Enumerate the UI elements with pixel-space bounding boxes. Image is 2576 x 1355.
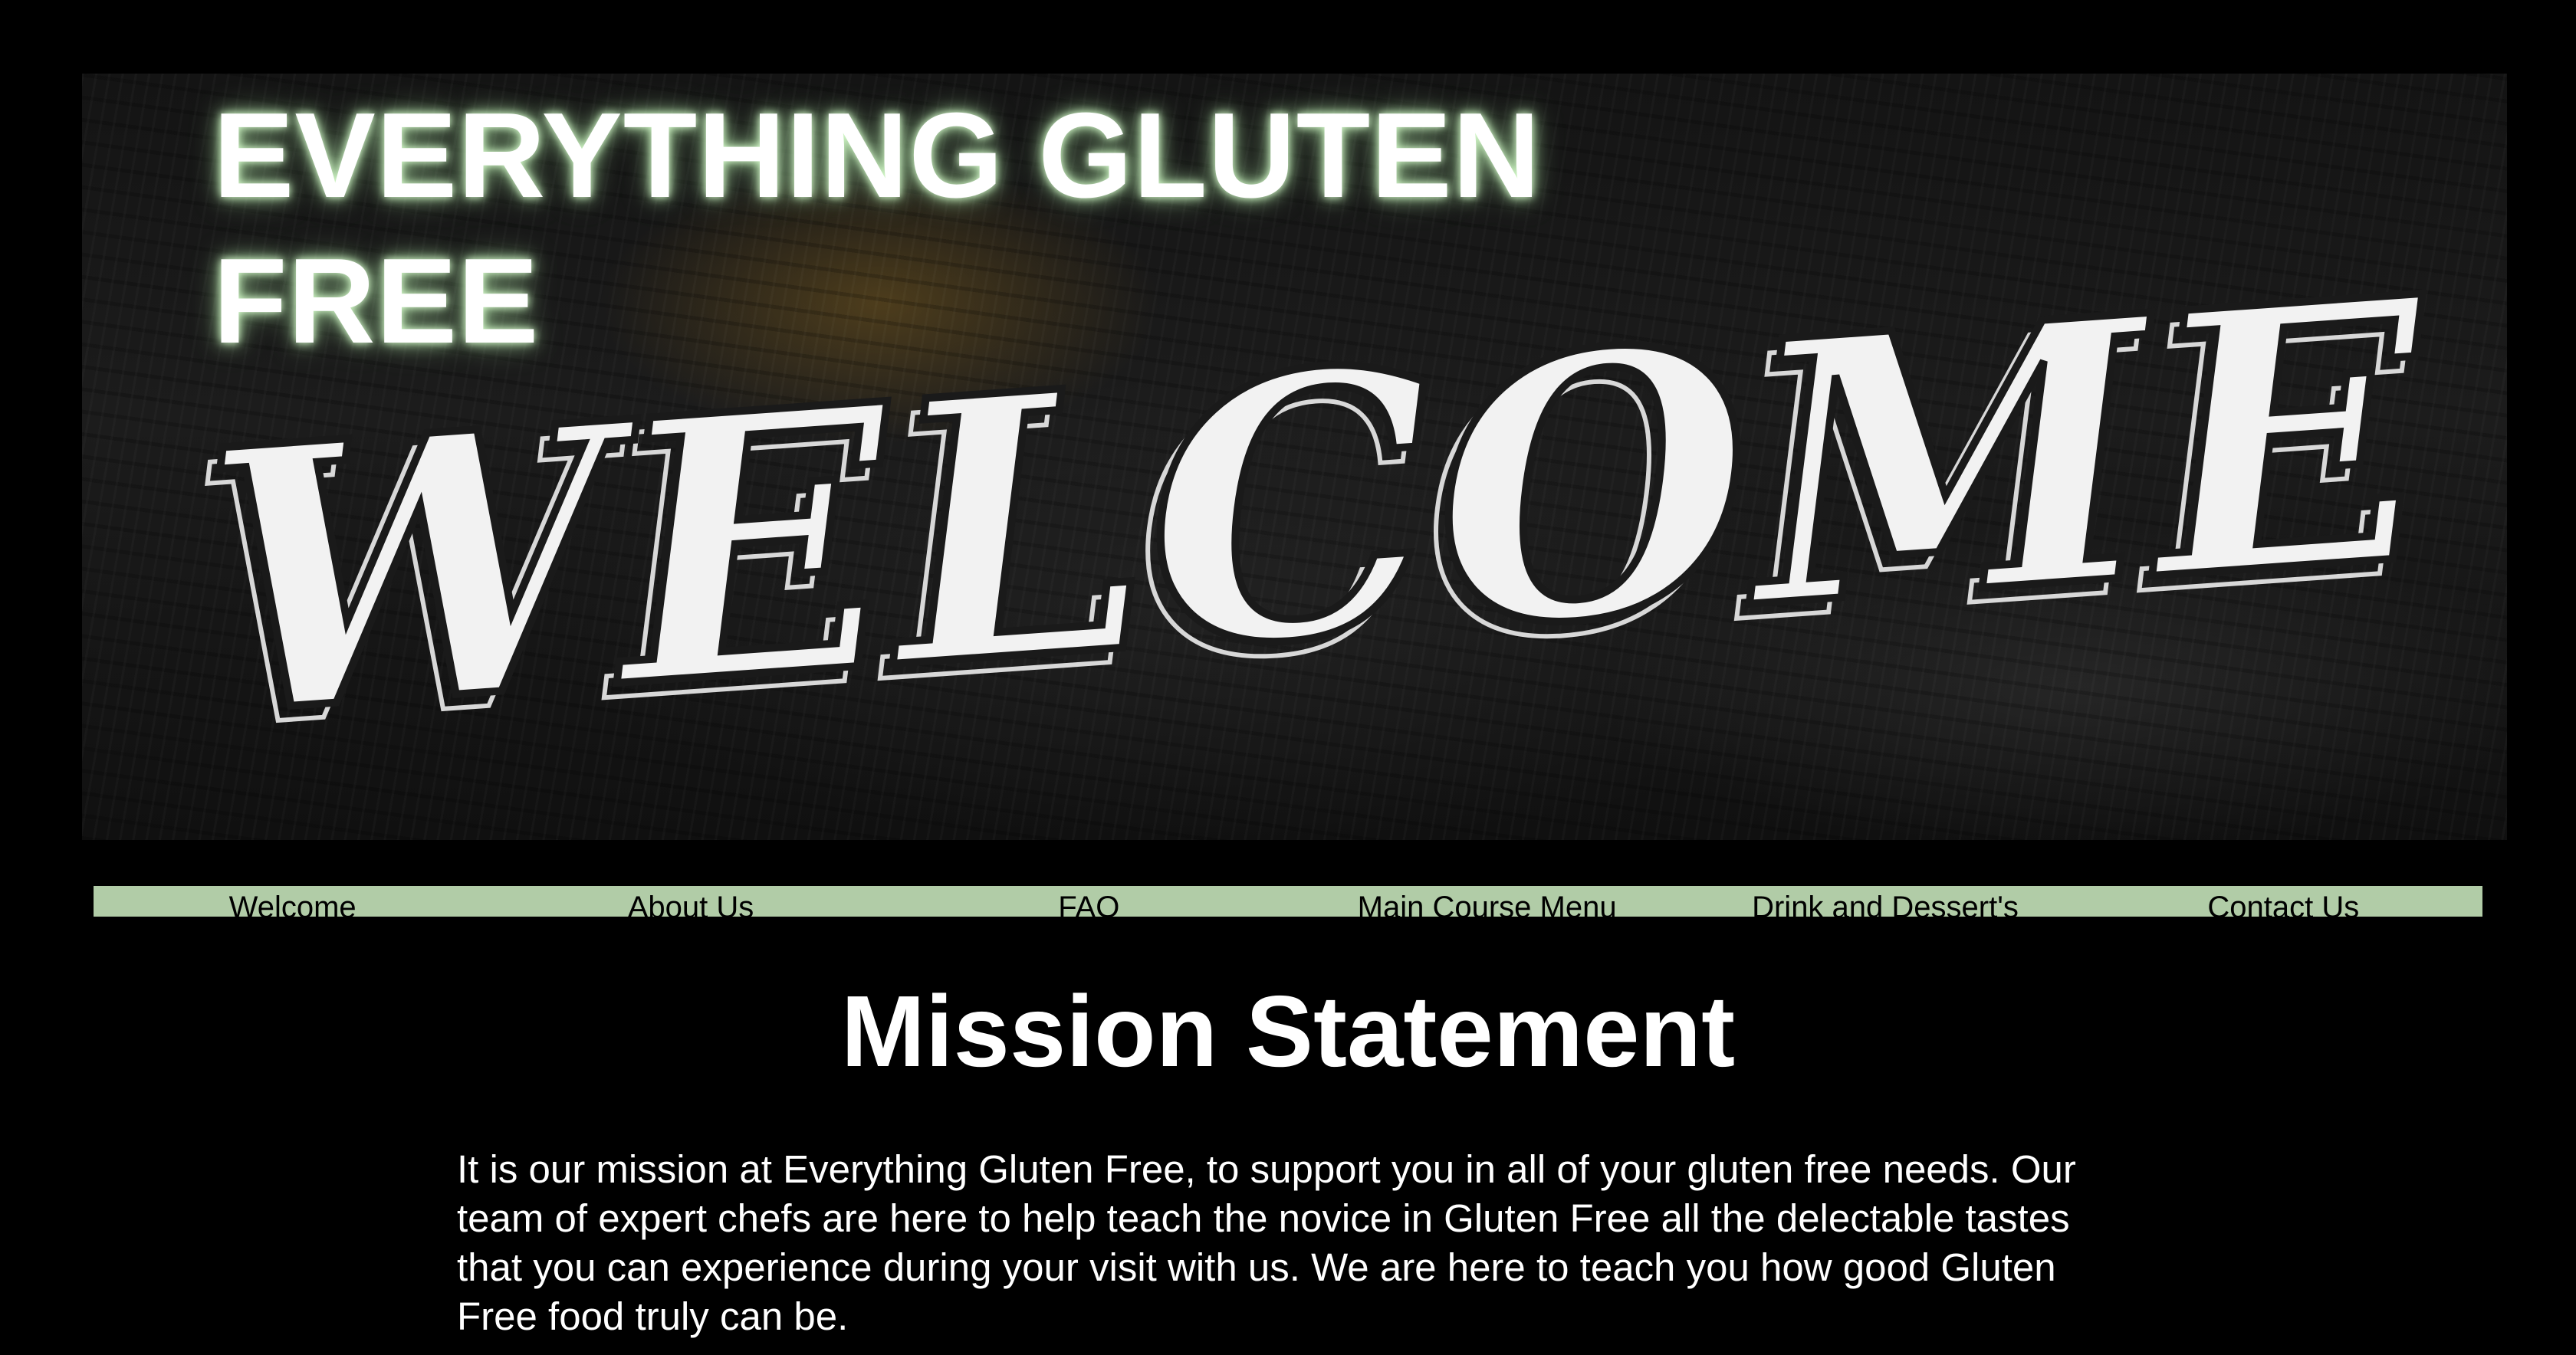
nav-item-welcome[interactable]: Welcome (94, 886, 491, 917)
nav-item-about-us[interactable]: About Us (491, 886, 889, 917)
nav-item-main-course-menu[interactable]: Main Course Menu (1288, 886, 1686, 917)
main-nav: Welcome About Us FAQ Main Course Menu Dr… (94, 886, 2482, 917)
mission-body: It is our mission at Everything Gluten F… (457, 1147, 2076, 1338)
page: WELCOME WELCOME EVERYTHING GLUTEN FREE W… (0, 0, 2576, 1355)
nav-item-drink-and-desserts[interactable]: Drink and Dessert's (1686, 886, 2084, 917)
site-title: EVERYTHING GLUTEN FREE (213, 88, 1541, 369)
nav-item-faq[interactable]: FAQ (890, 886, 1288, 917)
nav-item-contact-us[interactable]: Contact Us (2085, 886, 2482, 917)
mission-heading: Mission Statement (840, 975, 1736, 1088)
